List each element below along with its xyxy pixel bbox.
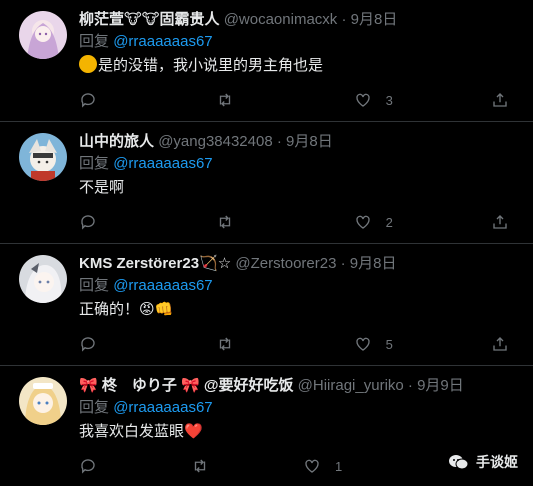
user-handle[interactable]: @Zerstoorer23 [235,255,336,272]
watermark: 手谈姬 [448,452,518,472]
avatar-image [19,255,67,303]
share-icon [493,215,507,229]
reply-mention-link[interactable]: @rraaaaaas67 [113,277,212,294]
like-count: 2 [385,214,393,230]
retweet-button[interactable] [216,213,326,231]
reply-tweet[interactable]: 柳茫萱🐮🐮固霸贵人 @wocaonimacxk · 9月8日 回复 @rraaa… [0,0,533,122]
reply-prefix: 回复 [79,155,110,172]
share-button[interactable] [491,91,509,109]
wechat-icon [449,455,469,470]
share-button[interactable] [491,213,509,231]
display-name[interactable]: 柳茫萱🐮🐮固霸贵人 [79,11,220,28]
retweet-button[interactable] [216,335,326,353]
user-handle[interactable]: @wocaonimacxk [224,11,338,28]
share-icon [493,93,507,107]
tweet-date[interactable]: 9月9日 [417,377,464,394]
avatar[interactable] [19,11,67,59]
avatar[interactable] [19,255,67,303]
like-count: 3 [385,92,393,108]
user-handle[interactable]: @Hiiragi_yuriko [298,377,404,394]
reply-icon [81,93,95,108]
like-icon [355,337,370,351]
reply-feed: 柳茫萱🐮🐮固霸贵人 @wocaonimacxk · 9月8日 回复 @rraaa… [0,0,533,486]
tweet-text: 我喜欢白发蓝眼❤️ [79,423,203,440]
retweet-icon [220,215,231,229]
like-button[interactable]: 3 [354,91,464,109]
watermark-label: 手谈姬 [476,454,518,470]
reply-mention-link[interactable]: @rraaaaaas67 [113,399,212,416]
reply-tweet[interactable]: KMS Zerstörer23🏹☆ @Zerstoorer23 · 9月8日 回… [0,244,533,366]
reply-button[interactable] [79,457,189,475]
display-name[interactable]: 🎀 柊 ゆり子 🎀 @要好好吃饭 [79,377,293,394]
reply-prefix: 回复 [79,277,110,294]
retweet-icon [220,337,231,351]
display-name[interactable]: KMS Zerstörer23🏹☆ [79,255,231,272]
tweet-date[interactable]: 9月8日 [351,11,398,28]
smile-emoji-icon [79,55,97,73]
reply-mention-link[interactable]: @rraaaaaas67 [113,155,212,172]
tweet-text: 不是啊 [79,179,125,196]
like-icon [355,93,370,107]
retweet-button[interactable] [191,457,301,475]
retweet-button[interactable] [216,91,326,109]
reply-prefix: 回复 [79,33,110,50]
avatar-image [19,133,67,181]
display-name[interactable]: 山中的旅人 [79,133,154,150]
avatar-image [19,377,67,425]
reply-icon [81,215,95,230]
reply-mention-link[interactable]: @rraaaaaas67 [113,33,212,50]
reply-button[interactable] [79,91,189,109]
avatar[interactable] [19,377,67,425]
tweet-date[interactable]: 9月8日 [350,255,397,272]
avatar-image [19,11,67,59]
like-icon [305,459,319,473]
separator-dot: · [341,11,347,28]
user-handle[interactable]: @yang38432408 [158,133,273,150]
reply-prefix: 回复 [79,399,110,416]
reply-button[interactable] [79,213,189,231]
avatar[interactable] [19,133,67,181]
like-button[interactable]: 5 [354,335,464,353]
reply-tweet[interactable]: 山中的旅人 @yang38432408 · 9月8日 回复 @rraaaaaas… [0,122,533,244]
like-count: 1 [335,458,343,474]
like-icon [355,215,370,229]
like-button[interactable]: 2 [354,213,464,231]
reply-button[interactable] [79,335,189,353]
separator-dot: · [407,377,413,394]
separator-dot: · [276,133,282,150]
retweet-icon [194,459,206,473]
like-button[interactable]: 1 [303,457,413,475]
tweet-text: 是的没错，我小说里的男主角也是 [98,57,324,74]
reply-icon [81,459,95,474]
tweet-date[interactable]: 9月8日 [286,133,333,150]
share-button[interactable] [491,335,509,353]
reply-icon [81,337,95,352]
like-count: 5 [385,336,393,352]
tweet-text: 正确的！😡👊 [79,301,174,318]
share-icon [493,337,507,351]
retweet-icon [220,93,231,107]
separator-dot: · [340,255,346,272]
